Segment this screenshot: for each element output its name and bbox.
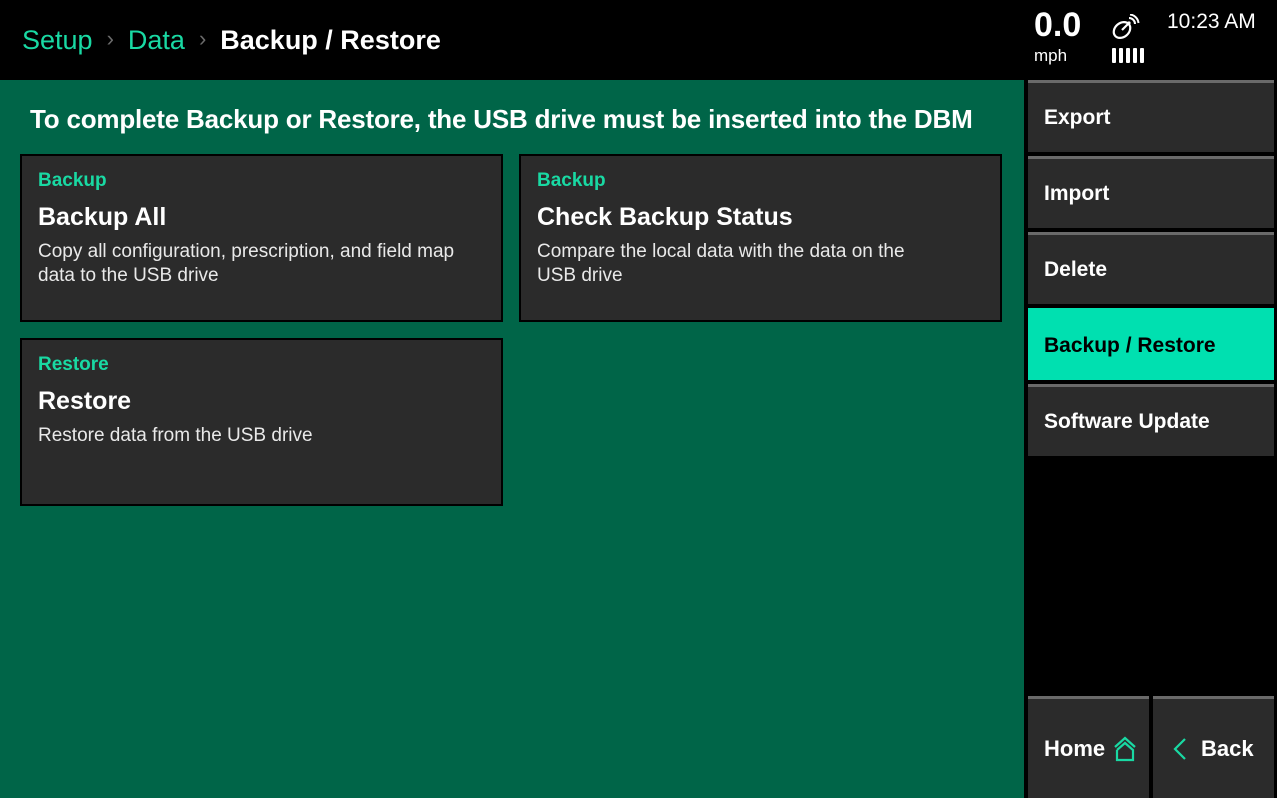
breadcrumb: Setup › Data › Backup / Restore bbox=[22, 22, 441, 58]
back-label: Back bbox=[1201, 735, 1254, 761]
signal-bar bbox=[1119, 48, 1123, 63]
signal-bar bbox=[1112, 48, 1116, 63]
breadcrumb-chevron-icon: › bbox=[198, 26, 207, 51]
breadcrumb-data[interactable]: Data bbox=[128, 25, 185, 56]
breadcrumb-setup[interactable]: Setup bbox=[22, 25, 93, 56]
card-category: Backup bbox=[537, 170, 606, 191]
home-label: Home bbox=[1044, 735, 1106, 761]
card-category: Backup bbox=[38, 170, 107, 191]
card-description: Restore data from the USB drive bbox=[38, 425, 313, 446]
signal-bar bbox=[1140, 48, 1144, 63]
gps-signal-bars bbox=[1112, 48, 1144, 63]
gps-status[interactable] bbox=[1110, 14, 1150, 66]
sidebar: Export Import Delete Backup / Restore So… bbox=[1024, 80, 1277, 798]
card-description: Compare the local data with the data on … bbox=[537, 241, 905, 286]
card-title: Restore bbox=[38, 387, 132, 415]
speed-readout: 0.0 mph bbox=[1034, 6, 1094, 66]
main-content: To complete Backup or Restore, the USB d… bbox=[0, 80, 1024, 798]
sidebar-item-delete[interactable]: Delete bbox=[1028, 232, 1274, 304]
signal-bar bbox=[1126, 48, 1130, 63]
card-title: Backup All bbox=[38, 203, 167, 231]
signal-bar bbox=[1133, 48, 1137, 63]
card-category: Restore bbox=[38, 354, 109, 375]
home-icon bbox=[1114, 736, 1136, 761]
speed-unit: mph bbox=[1034, 46, 1068, 65]
usb-notice: To complete Backup or Restore, the USB d… bbox=[30, 104, 973, 134]
clock: 10:23 AM bbox=[1167, 10, 1256, 33]
sidebar-item-export[interactable]: Export bbox=[1028, 80, 1274, 152]
back-button[interactable]: Back bbox=[1153, 696, 1274, 798]
backup-all-card[interactable]: Backup Backup All Copy all configuration… bbox=[20, 154, 503, 322]
speed-value: 0.0 bbox=[1034, 6, 1082, 44]
page-title: Backup / Restore bbox=[220, 24, 441, 55]
satellite-dish-icon bbox=[1112, 14, 1140, 39]
sidebar-item-backup-restore[interactable]: Backup / Restore bbox=[1028, 308, 1274, 380]
card-description: Copy all configuration, prescription, an… bbox=[38, 241, 455, 286]
home-button[interactable]: Home bbox=[1028, 696, 1149, 798]
restore-card[interactable]: Restore Restore Restore data from the US… bbox=[20, 338, 503, 506]
breadcrumb-chevron-icon: › bbox=[106, 26, 114, 51]
sidebar-item-software-update[interactable]: Software Update bbox=[1028, 384, 1274, 456]
sidebar-item-import[interactable]: Import bbox=[1028, 156, 1274, 228]
check-backup-status-card[interactable]: Backup Check Backup Status Compare the l… bbox=[519, 154, 1002, 322]
top-bar: Setup › Data › Backup / Restore 0.0 mph … bbox=[0, 0, 1277, 80]
chevron-left-icon bbox=[1173, 737, 1186, 760]
card-title: Check Backup Status bbox=[537, 203, 793, 231]
